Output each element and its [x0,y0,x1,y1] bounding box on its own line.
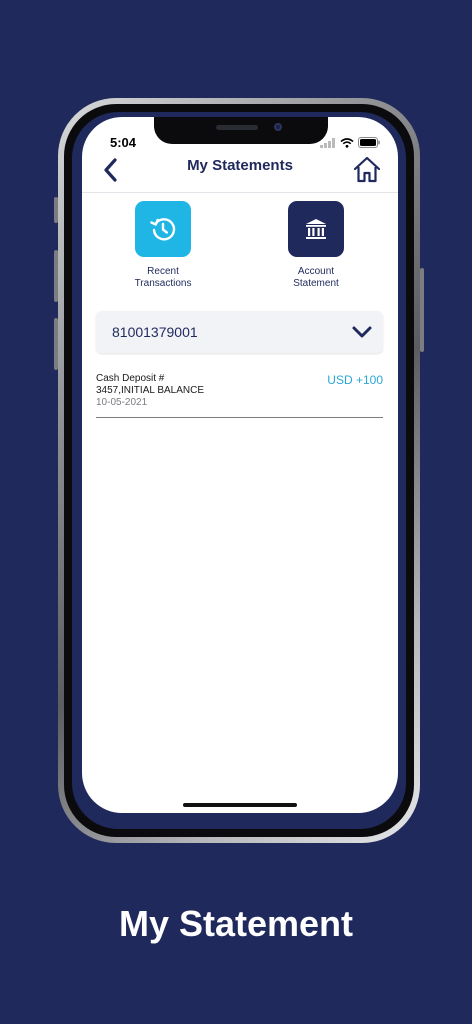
speaker [216,125,258,130]
home-button[interactable] [352,155,382,185]
home-indicator[interactable] [183,803,297,807]
promo-caption: My Statement [118,903,354,944]
mute-switch [54,197,58,223]
phone-screen: 5:04 My Statements Recent Transactions A… [82,117,398,813]
recent-transactions-label: Recent Transactions [108,266,218,290]
notch [154,117,328,144]
page-title: My Statements [187,157,293,174]
account-statement-button[interactable]: Account Statement [261,201,371,290]
account-number: 81001379001 [112,324,198,340]
volume-up-button [54,250,58,302]
recent-transactions-button[interactable]: Recent Transactions [108,201,218,290]
transaction-amount: USD +100 [327,373,383,387]
chevron-down-icon[interactable] [351,322,373,342]
transaction-date: 10-05-2021 [96,397,148,408]
front-camera [274,123,282,131]
transaction-row[interactable]: Cash Deposit # 3457,INITIAL BALANCE 10-0… [96,373,383,418]
status-icons [320,137,380,148]
signal-icon [320,137,335,148]
recent-transactions-label-line1: Recent [147,266,179,277]
bank-icon [306,219,326,239]
power-button [420,268,424,352]
nav-header: My Statements [82,149,398,193]
account-statement-label-line1: Account [297,266,335,277]
recent-transactions-tile[interactable] [135,201,191,257]
account-statement-label: Account Statement [261,266,371,290]
recent-transactions-label-line2: Transactions [134,278,192,289]
account-dropdown[interactable]: 81001379001 [96,311,383,353]
wifi-icon [340,137,354,148]
volume-down-button [54,318,58,370]
account-statement-tile[interactable] [288,201,344,257]
battery-icon [358,137,380,148]
status-time: 5:04 [110,135,137,150]
history-icon [150,218,176,241]
account-statement-label-line2: Statement [293,278,339,289]
